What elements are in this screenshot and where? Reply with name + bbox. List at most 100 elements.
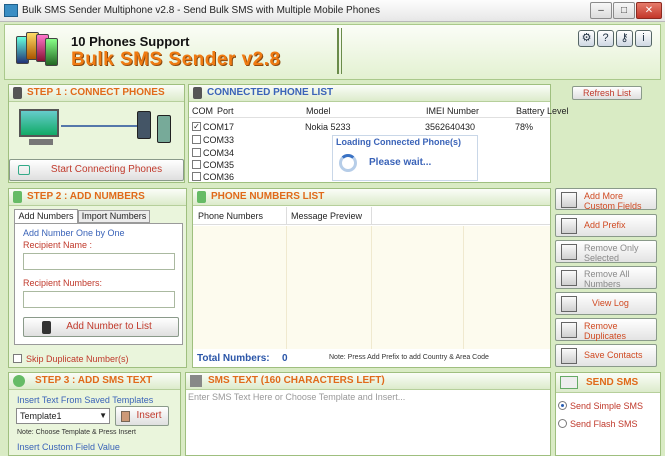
phone-checkbox[interactable]	[192, 172, 201, 181]
prefix-icon	[561, 218, 577, 234]
loading-dialog: Loading Connected Phone(s) Please wait..…	[332, 135, 478, 181]
table-row[interactable]: COM36	[189, 171, 329, 183]
key-icon[interactable]: ⚷	[616, 30, 633, 47]
duplicates-icon	[561, 322, 577, 338]
sms-text-area[interactable]: Enter SMS Text Here or Choose Template a…	[188, 392, 405, 402]
remove-all-button[interactable]: Remove All Numbers	[555, 266, 657, 289]
remove-selected-icon	[561, 244, 577, 260]
send-sms-heading: SEND SMS	[556, 373, 660, 393]
settings-icon[interactable]: ⚙	[578, 30, 595, 47]
column-port: Port	[217, 106, 234, 116]
send-flash-label: Send Flash SMS	[570, 419, 638, 429]
header-divider-2	[341, 28, 342, 74]
column-model: Model	[306, 106, 331, 116]
numbers-table-header: Phone Numbers Message Preview	[193, 207, 550, 225]
phone-add-icon	[13, 191, 22, 203]
column-com: COM	[192, 106, 213, 116]
contacts-book-icon	[561, 348, 577, 364]
send-simple-label: Send Simple SMS	[570, 401, 644, 411]
phone-icon	[13, 87, 22, 99]
custom-fields-icon	[561, 192, 577, 208]
insert-button[interactable]: Insert	[115, 406, 169, 426]
skip-duplicate-checkbox[interactable]	[13, 354, 22, 363]
computer-phones-illustration	[17, 107, 177, 149]
header-divider	[337, 28, 339, 74]
step2-heading: STEP 2 : ADD NUMBERS	[9, 189, 186, 206]
insert-icon	[121, 411, 130, 422]
recipient-numbers-label: Recipient Numbers:	[23, 278, 103, 288]
sms-text-heading: SMS TEXT (160 CHARACTERS LEFT)	[186, 373, 550, 390]
column-battery: Battery Level	[516, 106, 569, 116]
close-button[interactable]: ✕	[636, 2, 662, 19]
template-select[interactable]: Template1 ▼	[16, 408, 110, 424]
phones-logo-icon	[14, 30, 60, 70]
log-icon	[561, 296, 577, 312]
phone-add-icon	[42, 321, 51, 334]
add-number-button[interactable]: Add Number to List	[23, 317, 179, 337]
step3-heading: STEP 3 : ADD SMS TEXT	[9, 373, 180, 390]
prefix-note: Note: Press Add Prefix to add Country & …	[329, 354, 489, 361]
step1-panel: STEP 1 : CONNECT PHONES Start Connecting…	[8, 84, 185, 183]
add-numbers-tabpage: Add Number One by One Recipient Name : R…	[14, 223, 183, 345]
step1-heading: STEP 1 : CONNECT PHONES	[9, 85, 184, 102]
send-simple-radio[interactable]	[558, 401, 567, 410]
phone-checkbox[interactable]	[192, 148, 201, 157]
chevron-down-icon: ▼	[99, 411, 107, 420]
table-row[interactable]: COM34	[189, 147, 329, 159]
template-note: Note: Choose Template & Press Insert	[17, 429, 136, 436]
step2-panel: STEP 2 : ADD NUMBERS Add Numbers Import …	[8, 188, 187, 368]
remove-selected-button[interactable]: Remove Only Selected	[555, 240, 657, 263]
pencil-icon	[190, 375, 202, 387]
group-label: Add Number One by One	[23, 228, 125, 238]
phone-checkbox[interactable]: ✓	[192, 122, 201, 131]
tab-add-numbers[interactable]: Add Numbers	[14, 209, 78, 223]
window-title: Bulk SMS Sender Multiphone v2.8 - Send B…	[22, 5, 380, 16]
table-row[interactable]: COM35	[189, 159, 329, 171]
numbers-heading: PHONE NUMBERS LIST	[193, 189, 550, 206]
refresh-list-button[interactable]: Refresh List	[572, 86, 642, 100]
phone-icon	[193, 87, 202, 99]
save-contacts-button[interactable]: Save Contacts	[555, 344, 657, 367]
usb-icon	[18, 165, 30, 175]
total-numbers-label: Total Numbers:	[197, 353, 270, 364]
column-phone-numbers: Phone Numbers	[198, 211, 264, 221]
start-connecting-button[interactable]: Start Connecting Phones	[9, 159, 184, 181]
sms-text-panel: SMS TEXT (160 CHARACTERS LEFT) Enter SMS…	[185, 372, 551, 456]
recipient-numbers-input[interactable]	[23, 291, 175, 308]
help-icon[interactable]: ?	[597, 30, 614, 47]
app-tagline: 10 Phones Support	[71, 34, 190, 49]
step3-panel: STEP 3 : ADD SMS TEXT Insert Text From S…	[8, 372, 181, 456]
send-flash-radio[interactable]	[558, 419, 567, 428]
maximize-button[interactable]: □	[613, 2, 635, 19]
add-custom-fields-button[interactable]: Add More Custom Fields	[555, 188, 657, 211]
total-numbers-value: 0	[282, 353, 288, 364]
loading-text: Please wait...	[369, 157, 432, 168]
connected-table-header: COM Port Model IMEI Number Battery Level	[189, 104, 569, 118]
numbers-table-body[interactable]	[193, 226, 550, 349]
column-imei: IMEI Number	[426, 106, 480, 116]
tab-import-numbers[interactable]: Import Numbers	[78, 210, 150, 223]
recipient-name-label: Recipient Name :	[23, 240, 93, 250]
view-log-button[interactable]: View Log	[555, 292, 657, 315]
saved-templates-label: Insert Text From Saved Templates	[17, 395, 154, 405]
info-icon[interactable]: i	[635, 30, 652, 47]
envelope-icon	[560, 376, 578, 389]
app-name: Bulk SMS Sender v2.8	[71, 49, 281, 70]
phone-checkbox[interactable]	[192, 135, 201, 144]
connected-heading: CONNECTED PHONE LIST	[189, 85, 550, 102]
minimize-button[interactable]: –	[590, 2, 612, 19]
column-message-preview: Message Preview	[291, 211, 363, 221]
table-row[interactable]: COM33	[189, 134, 329, 146]
table-row[interactable]: ✓ COM17 Nokia 5233 3562640430 78%	[189, 120, 550, 132]
remove-duplicates-button[interactable]: Remove Duplicates	[555, 318, 657, 341]
recipient-name-input[interactable]	[23, 253, 175, 270]
skip-duplicate-label: Skip Duplicate Number(s)	[26, 354, 129, 364]
trash-icon	[561, 270, 577, 286]
phone-checkbox[interactable]	[192, 160, 201, 169]
add-sms-icon	[13, 375, 25, 387]
spinner-icon	[339, 154, 357, 172]
custom-field-label: Insert Custom Field Value	[17, 442, 120, 452]
add-prefix-button[interactable]: Add Prefix	[555, 214, 657, 237]
send-sms-panel: SEND SMS Send Simple SMS Send Flash SMS	[555, 372, 661, 456]
loading-title: Loading Connected Phone(s)	[336, 137, 461, 147]
